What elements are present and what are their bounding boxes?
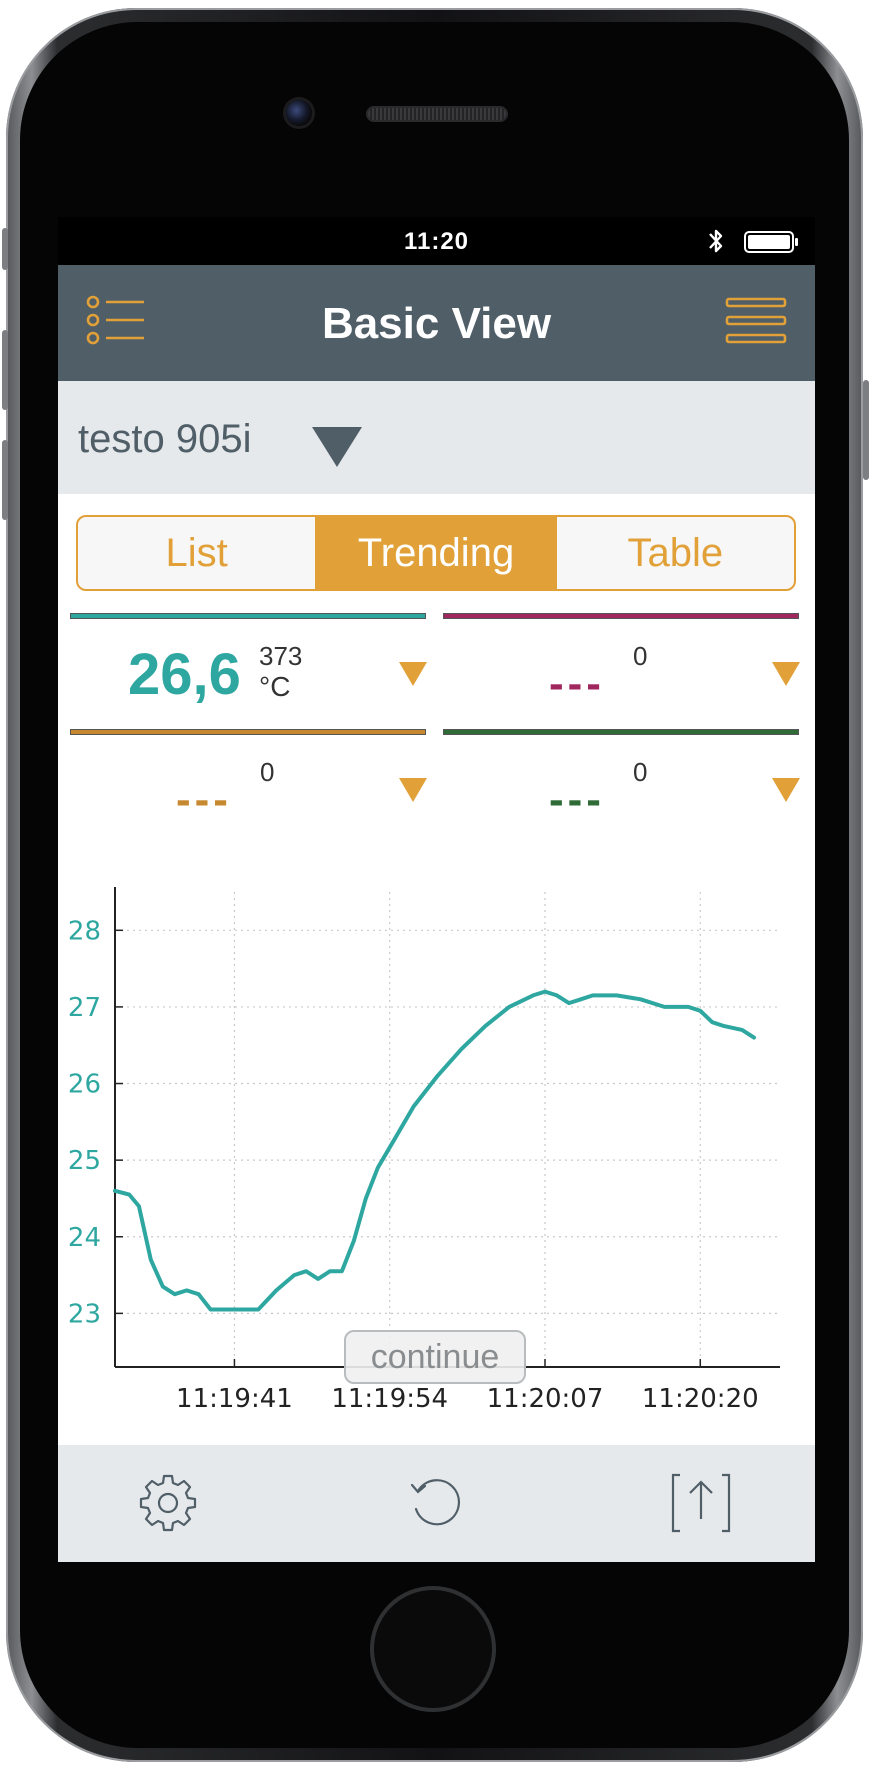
gear-icon[interactable] [138, 1473, 198, 1533]
status-bar: 11:20 [58, 217, 815, 265]
tab-list[interactable]: List [78, 517, 315, 589]
channel-1[interactable]: 26,6 373 °C [70, 613, 428, 713]
view-tabs: List Trending Table [76, 515, 796, 591]
power-button [863, 380, 869, 480]
caret-down-icon[interactable] [398, 777, 428, 803]
channel-count: 0 [633, 757, 648, 787]
caret-down-icon[interactable] [310, 425, 364, 469]
channel-count: 0 [260, 757, 275, 787]
channel-value: --- [549, 785, 605, 807]
home-button[interactable] [370, 1586, 496, 1712]
caret-down-icon[interactable] [771, 661, 801, 687]
app-screen: 11:20 Basic View testo 905i List Trendin… [58, 217, 815, 1562]
channel-color-bar [443, 613, 799, 619]
earpiece-speaker [368, 108, 506, 120]
nav-bar: Basic View [58, 265, 815, 381]
y-tick-label: 28 [68, 916, 101, 946]
caret-down-icon[interactable] [771, 777, 801, 803]
volume-up-button [2, 330, 8, 410]
channel-count: 0 [633, 641, 648, 671]
channel-count: 373 [259, 641, 303, 671]
mute-switch [2, 228, 8, 270]
y-tick-label: 26 [68, 1070, 101, 1100]
channel-value: 26,6 [128, 642, 241, 707]
continue-button[interactable]: continue [344, 1330, 526, 1384]
x-tick-label: 11:19:41 [176, 1384, 293, 1414]
bottom-toolbar [58, 1445, 815, 1562]
channel-color-bar [70, 729, 426, 735]
channel-value: --- [549, 669, 605, 691]
export-icon[interactable] [670, 1471, 732, 1535]
y-tick-label: 23 [68, 1299, 101, 1329]
channel-value: --- [176, 785, 232, 807]
tab-table[interactable]: Table [554, 517, 794, 589]
caret-down-icon[interactable] [398, 661, 428, 687]
channel-3[interactable]: --- 0 [70, 729, 428, 829]
x-tick-label: 11:20:07 [487, 1384, 604, 1414]
x-tick-label: 11:20:20 [642, 1384, 759, 1414]
battery-icon [744, 231, 798, 253]
page-title: Basic View [321, 299, 552, 348]
channel-2[interactable]: --- 0 [443, 613, 801, 713]
series-line [113, 989, 756, 1312]
tab-trending[interactable]: Trending [315, 517, 555, 589]
channel-unit: °C [259, 671, 291, 702]
refresh-icon[interactable] [406, 1473, 466, 1533]
channel-4[interactable]: --- 0 [443, 729, 801, 829]
volume-down-button [2, 440, 8, 520]
channel-color-bar [443, 729, 799, 735]
x-tick-label: 11:19:54 [331, 1384, 448, 1414]
channel-color-bar [70, 613, 426, 619]
bluetooth-icon [709, 229, 723, 253]
status-time: 11:20 [403, 228, 470, 255]
menu-icon[interactable] [725, 297, 787, 345]
front-camera [286, 100, 312, 126]
device-name: testo 905i [78, 417, 252, 461]
device-selector[interactable]: testo 905i [58, 381, 815, 494]
y-tick-label: 25 [68, 1146, 101, 1176]
y-tick-label: 24 [68, 1223, 101, 1253]
y-tick-label: 27 [68, 993, 101, 1023]
